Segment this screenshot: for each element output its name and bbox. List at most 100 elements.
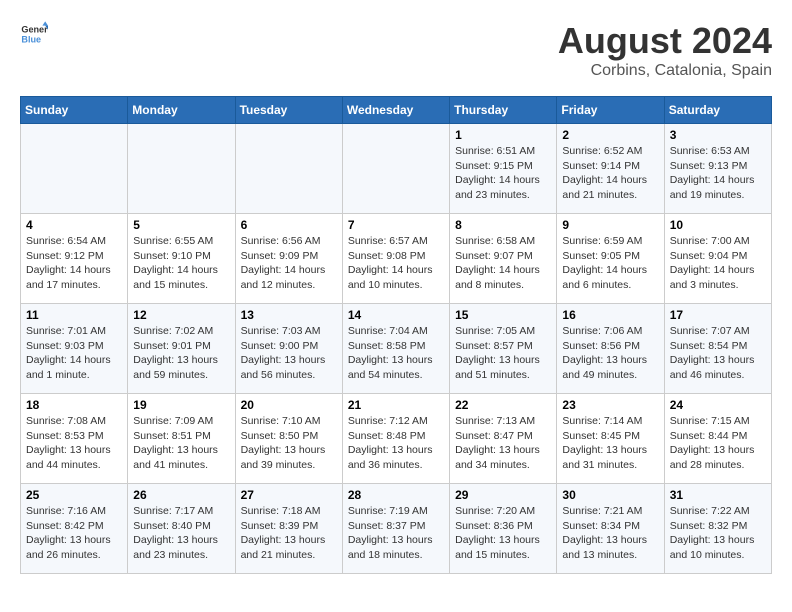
day-number: 3 — [670, 128, 766, 142]
calendar-cell: 19Sunrise: 7:09 AM Sunset: 8:51 PM Dayli… — [128, 394, 235, 484]
day-info: Sunrise: 7:08 AM Sunset: 8:53 PM Dayligh… — [26, 414, 122, 473]
day-number: 21 — [348, 398, 444, 412]
calendar-cell — [342, 124, 449, 214]
day-of-week-header: Thursday — [450, 97, 557, 124]
calendar-cell: 3 Sunrise: 6:53 AM Sunset: 9:13 PM Daylig… — [664, 124, 771, 214]
day-info: Sunrise: 7:17 AM Sunset: 8:40 PM Dayligh… — [133, 504, 229, 563]
day-number: 13 — [241, 308, 337, 322]
calendar-week-row: 4 Sunrise: 6:54 AM Sunset: 9:12 PM Daylig… — [21, 214, 772, 304]
day-number: 20 — [241, 398, 337, 412]
day-number: 24 — [670, 398, 766, 412]
calendar-cell: 24 Sunrise: 7:15 AM Sunset: 8:44 PM Dayli… — [664, 394, 771, 484]
day-number: 9 — [562, 218, 658, 232]
day-info: Sunrise: 7:18 AM Sunset: 8:39 PM Dayligh… — [241, 504, 337, 563]
day-info: Sunrise: 6:53 AM Sunset: 9:13 PM Dayligh… — [670, 144, 766, 203]
calendar-cell: 20 Sunrise: 7:10 AM Sunset: 8:50 PM Dayli… — [235, 394, 342, 484]
calendar-cell: 7 Sunrise: 6:57 AM Sunset: 9:08 PM Daylig… — [342, 214, 449, 304]
day-info: Sunrise: 6:58 AM Sunset: 9:07 PM Dayligh… — [455, 234, 551, 293]
calendar-cell: 17 Sunrise: 7:07 AM Sunset: 8:54 PM Dayli… — [664, 304, 771, 394]
day-number: 2 — [562, 128, 658, 142]
day-number: 25 — [26, 488, 122, 502]
calendar-cell: 2 Sunrise: 6:52 AM Sunset: 9:14 PM Daylig… — [557, 124, 664, 214]
day-number: 27 — [241, 488, 337, 502]
day-info: Sunrise: 6:57 AM Sunset: 9:08 PM Dayligh… — [348, 234, 444, 293]
calendar-cell: 1 Sunrise: 6:51 AM Sunset: 9:15 PM Daylig… — [450, 124, 557, 214]
day-info: Sunrise: 7:22 AM Sunset: 8:32 PM Dayligh… — [670, 504, 766, 563]
day-number: 18 — [26, 398, 122, 412]
calendar-cell: 30 Sunrise: 7:21 AM Sunset: 8:34 PM Dayli… — [557, 484, 664, 574]
calendar-cell — [128, 124, 235, 214]
day-number: 29 — [455, 488, 551, 502]
day-of-week-header: Saturday — [664, 97, 771, 124]
calendar-week-row: 11 Sunrise: 7:01 AM Sunset: 9:03 PM Dayli… — [21, 304, 772, 394]
calendar-cell: 15 Sunrise: 7:05 AM Sunset: 8:57 PM Dayli… — [450, 304, 557, 394]
day-number: 30 — [562, 488, 658, 502]
day-number: 5 — [133, 218, 229, 232]
day-number: 1 — [455, 128, 551, 142]
calendar-cell: 27 Sunrise: 7:18 AM Sunset: 8:39 PM Dayli… — [235, 484, 342, 574]
day-number: 6 — [241, 218, 337, 232]
day-info: Sunrise: 6:56 AM Sunset: 9:09 PM Dayligh… — [241, 234, 337, 293]
day-info: Sunrise: 7:16 AM Sunset: 8:42 PM Dayligh… — [26, 504, 122, 563]
calendar-cell: 9Sunrise: 6:59 AM Sunset: 9:05 PM Daylig… — [557, 214, 664, 304]
calendar-cell: 4 Sunrise: 6:54 AM Sunset: 9:12 PM Daylig… — [21, 214, 128, 304]
day-number: 15 — [455, 308, 551, 322]
day-info: Sunrise: 7:07 AM Sunset: 8:54 PM Dayligh… — [670, 324, 766, 383]
day-number: 11 — [26, 308, 122, 322]
day-info: Sunrise: 6:54 AM Sunset: 9:12 PM Dayligh… — [26, 234, 122, 293]
svg-text:Blue: Blue — [21, 34, 41, 44]
day-info: Sunrise: 7:04 AM Sunset: 8:58 PM Dayligh… — [348, 324, 444, 383]
day-info: Sunrise: 7:03 AM Sunset: 9:00 PM Dayligh… — [241, 324, 337, 383]
day-info: Sunrise: 7:10 AM Sunset: 8:50 PM Dayligh… — [241, 414, 337, 473]
calendar-cell: 11 Sunrise: 7:01 AM Sunset: 9:03 PM Dayli… — [21, 304, 128, 394]
svg-text:General: General — [21, 25, 48, 35]
day-info: Sunrise: 6:52 AM Sunset: 9:14 PM Dayligh… — [562, 144, 658, 203]
day-info: Sunrise: 7:19 AM Sunset: 8:37 PM Dayligh… — [348, 504, 444, 563]
calendar-cell: 23Sunrise: 7:14 AM Sunset: 8:45 PM Dayli… — [557, 394, 664, 484]
calendar-cell: 6 Sunrise: 6:56 AM Sunset: 9:09 PM Daylig… — [235, 214, 342, 304]
day-number: 31 — [670, 488, 766, 502]
day-number: 10 — [670, 218, 766, 232]
calendar-cell: 14 Sunrise: 7:04 AM Sunset: 8:58 PM Dayli… — [342, 304, 449, 394]
day-info: Sunrise: 7:01 AM Sunset: 9:03 PM Dayligh… — [26, 324, 122, 383]
calendar-week-row: 25 Sunrise: 7:16 AM Sunset: 8:42 PM Dayli… — [21, 484, 772, 574]
calendar-cell: 28 Sunrise: 7:19 AM Sunset: 8:37 PM Dayli… — [342, 484, 449, 574]
day-info: Sunrise: 6:55 AM Sunset: 9:10 PM Dayligh… — [133, 234, 229, 293]
calendar-cell: 8 Sunrise: 6:58 AM Sunset: 9:07 PM Daylig… — [450, 214, 557, 304]
header: General Blue August 2024 Corbins, Catalo… — [20, 20, 772, 80]
day-info: Sunrise: 7:21 AM Sunset: 8:34 PM Dayligh… — [562, 504, 658, 563]
calendar-cell: 31 Sunrise: 7:22 AM Sunset: 8:32 PM Dayli… — [664, 484, 771, 574]
calendar-cell: 18 Sunrise: 7:08 AM Sunset: 8:53 PM Dayli… — [21, 394, 128, 484]
day-number: 17 — [670, 308, 766, 322]
day-of-week-header: Monday — [128, 97, 235, 124]
day-of-week-header: Wednesday — [342, 97, 449, 124]
day-info: Sunrise: 7:13 AM Sunset: 8:47 PM Dayligh… — [455, 414, 551, 473]
day-of-week-header: Friday — [557, 97, 664, 124]
calendar-cell — [235, 124, 342, 214]
day-number: 16 — [562, 308, 658, 322]
day-info: Sunrise: 7:15 AM Sunset: 8:44 PM Dayligh… — [670, 414, 766, 473]
day-number: 22 — [455, 398, 551, 412]
calendar-cell: 13 Sunrise: 7:03 AM Sunset: 9:00 PM Dayli… — [235, 304, 342, 394]
calendar-cell: 12Sunrise: 7:02 AM Sunset: 9:01 PM Dayli… — [128, 304, 235, 394]
calendar-cell: 5 Sunrise: 6:55 AM Sunset: 9:10 PM Daylig… — [128, 214, 235, 304]
day-info: Sunrise: 7:06 AM Sunset: 8:56 PM Dayligh… — [562, 324, 658, 383]
calendar-cell: 10 Sunrise: 7:00 AM Sunset: 9:04 PM Dayli… — [664, 214, 771, 304]
calendar-cell: 21 Sunrise: 7:12 AM Sunset: 8:48 PM Dayli… — [342, 394, 449, 484]
day-info: Sunrise: 7:12 AM Sunset: 8:48 PM Dayligh… — [348, 414, 444, 473]
day-info: Sunrise: 7:00 AM Sunset: 9:04 PM Dayligh… — [670, 234, 766, 293]
day-info: Sunrise: 7:20 AM Sunset: 8:36 PM Dayligh… — [455, 504, 551, 563]
day-number: 7 — [348, 218, 444, 232]
day-of-week-header: Tuesday — [235, 97, 342, 124]
day-number: 8 — [455, 218, 551, 232]
calendar-week-row: 1 Sunrise: 6:51 AM Sunset: 9:15 PM Daylig… — [21, 124, 772, 214]
day-number: 19 — [133, 398, 229, 412]
day-number: 4 — [26, 218, 122, 232]
day-info: Sunrise: 7:14 AM Sunset: 8:45 PM Dayligh… — [562, 414, 658, 473]
day-info: Sunrise: 6:51 AM Sunset: 9:15 PM Dayligh… — [455, 144, 551, 203]
day-info: Sunrise: 7:05 AM Sunset: 8:57 PM Dayligh… — [455, 324, 551, 383]
day-number: 14 — [348, 308, 444, 322]
day-number: 12 — [133, 308, 229, 322]
logo: General Blue — [20, 20, 48, 48]
day-number: 28 — [348, 488, 444, 502]
